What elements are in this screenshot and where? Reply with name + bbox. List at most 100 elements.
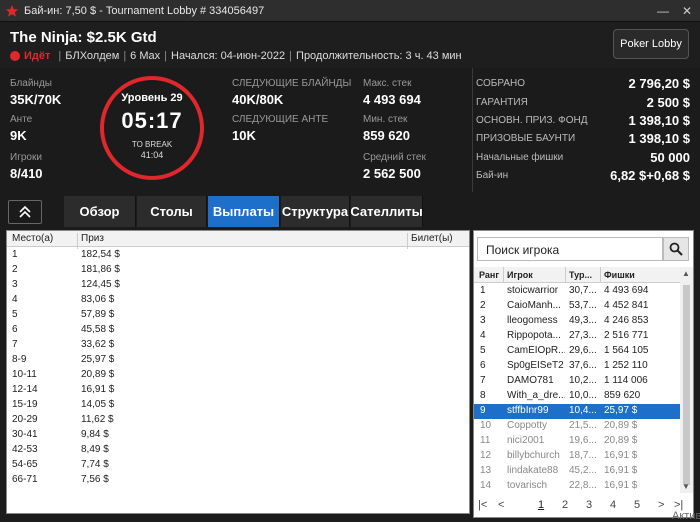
col-prize[interactable]: Приз <box>81 233 104 244</box>
table-row: 1 182,54 $ <box>12 249 120 260</box>
payout-table-header: Место(а) Приз Билет(ы) <box>7 231 469 249</box>
pagination: |< < 1 2 3 4 5 > >| <box>474 497 693 517</box>
prize-row-starting-chips: Начальные фишки 50 000 <box>476 149 690 165</box>
page-2[interactable]: 2 <box>562 499 568 511</box>
tab-satellites[interactable]: Сателлиты <box>350 196 423 227</box>
window-title: Бай-ин: 7,50 $ - Tournament Lobby # 3340… <box>24 4 265 17</box>
search-button[interactable] <box>663 237 689 261</box>
player-row[interactable]: 2 CaioManh... 53,7... 4 452 841 <box>474 299 680 314</box>
level-clock: Уровень 29 05:17 TO BREAK 41:04 <box>100 76 204 180</box>
duration: Продолжительность: 3 ч. 43 мин <box>296 50 462 62</box>
table-row: 10-11 20,89 $ <box>12 369 115 380</box>
divider <box>472 68 473 192</box>
prev-page-icon[interactable]: < <box>498 499 504 511</box>
double-chevron-up-icon <box>19 205 31 218</box>
player-row-selected[interactable]: 9 stffbInr99 10,4... 25,97 $ <box>474 404 680 419</box>
player-row[interactable]: 7 DAMO781 10,2... 1 114 006 <box>474 374 680 389</box>
table-row: 8-9 25,97 $ <box>12 354 115 365</box>
page-5[interactable]: 5 <box>634 499 640 511</box>
tab-overview[interactable]: Обзор <box>64 196 136 227</box>
player-row[interactable]: 13 lindakate88 45,2... 16,91 $ <box>474 464 680 479</box>
tournament-header: The Ninja: $2.5K Gtd Идёт | БЛХолдем | 6… <box>0 22 700 68</box>
player-row[interactable]: 5 CamEIOpR... 29,6... 1 564 105 <box>474 344 680 359</box>
pokerstars-logo-icon <box>5 4 19 17</box>
table-row: 4 83,06 $ <box>12 294 115 305</box>
to-break-timer: 41:04 <box>140 150 164 160</box>
table-row: 5 57,89 $ <box>12 309 115 320</box>
player-panel: Поиск игрока Ранг Игрок Тур... Фишки 1st… <box>473 230 694 518</box>
level-timer: 05:17 <box>121 108 183 133</box>
status-badge: Идёт <box>24 50 51 62</box>
tournament-name: The Ninja: $2.5K Gtd <box>10 29 157 46</box>
player-row[interactable]: 14 tovarisch 22,8... 16,91 $ <box>474 479 680 494</box>
scroll-down-icon[interactable]: ▼ <box>682 482 690 491</box>
col-tickets[interactable]: Билет(ы) <box>411 233 453 244</box>
activation-watermark: Актив <box>672 510 700 522</box>
minimize-button[interactable]: — <box>650 0 676 22</box>
blinds-stat: Блайнды 35K/70K <box>10 78 62 107</box>
tab-tables[interactable]: Столы <box>137 196 207 227</box>
table-row: 12-14 16,91 $ <box>12 384 115 395</box>
player-row[interactable]: 4 Rippopota... 27,3... 2 516 771 <box>474 329 680 344</box>
ante-stat: Анте 9K <box>10 114 33 143</box>
table-row: 66-71 7,56 $ <box>12 474 109 485</box>
player-row[interactable]: 3 lleogomess 49,3... 4 246 853 <box>474 314 680 329</box>
col-place[interactable]: Место(а) <box>12 233 53 244</box>
table-row: 7 33,62 $ <box>12 339 115 350</box>
table-row: 20-29 11,62 $ <box>12 414 114 425</box>
col-rank[interactable]: Ранг <box>479 270 499 280</box>
prize-row-buyin: Бай-ин 6,82 $+0,68 $ <box>476 167 690 183</box>
table-row: 15-19 14,05 $ <box>12 399 115 410</box>
player-row[interactable]: 8 With_a_dre... 10,0... 859 620 <box>474 389 680 404</box>
page-1[interactable]: 1 <box>538 499 544 511</box>
close-button[interactable]: ✕ <box>674 0 700 22</box>
players-stat: Игроки 8/410 <box>10 152 43 181</box>
search-placeholder: Поиск игрока <box>486 243 560 257</box>
player-row[interactable]: 10 Coppotty 21,5... 20,89 $ <box>474 419 680 434</box>
player-row[interactable]: 1 stoicwarrior 30,7... 4 493 694 <box>474 284 680 299</box>
tournament-info: Идёт | БЛХолдем | 6 Max | Начался: 04-ию… <box>10 50 462 62</box>
poker-lobby-button[interactable]: Poker Lobby <box>613 29 689 59</box>
max-stack-stat: Макс. стек 4 493 694 <box>363 78 421 107</box>
collapse-button[interactable] <box>8 200 42 224</box>
prize-row-main-pool: ОСНОВН. ПРИЗ. ФОНД 1 398,10 $ <box>476 112 690 128</box>
player-row[interactable]: 11 nici2001 19,6... 20,89 $ <box>474 434 680 449</box>
min-stack-stat: Мин. стек 859 620 <box>363 114 410 143</box>
table-row: 30-41 9,84 $ <box>12 429 109 440</box>
tab-structure[interactable]: Структура <box>281 196 350 227</box>
prize-row-guarantee: ГАРАНТИЯ 2 500 $ <box>476 94 690 110</box>
payout-table: Место(а) Приз Билет(ы) 1 182,54 $ 2 181,86… <box>6 230 470 514</box>
prize-row-bounties: ПРИЗОВЫЕ БАУНТИ 1 398,10 $ <box>476 130 690 146</box>
search-icon <box>669 242 683 256</box>
scrollbar-thumb[interactable] <box>683 285 690 485</box>
start-date: Начался: 04-июн-2022 <box>171 50 286 62</box>
first-page-icon[interactable]: |< <box>478 499 487 511</box>
table-row: 3 124,45 $ <box>12 279 120 290</box>
table-row: 54-65 7,74 $ <box>12 459 109 470</box>
next-ante-stat: СЛЕДУЮЩИЕ АНТЕ 10K <box>232 114 329 143</box>
tab-payouts[interactable]: Выплаты <box>208 196 280 227</box>
table-row: 6 45,58 $ <box>12 324 115 335</box>
col-player[interactable]: Игрок <box>507 270 533 280</box>
avg-stack-stat: Средний стек 2 562 500 <box>363 152 426 181</box>
table-size: 6 Max <box>130 50 161 62</box>
col-tournaments[interactable]: Тур... <box>569 270 592 280</box>
next-page-icon[interactable]: > <box>658 499 664 511</box>
player-row[interactable]: 12 billybchurch 18,7... 16,91 $ <box>474 449 680 464</box>
table-row: 42-53 8,49 $ <box>12 444 109 455</box>
page-3[interactable]: 3 <box>586 499 592 511</box>
prize-row-collected: СОБРАНО 2 796,20 $ <box>476 75 690 91</box>
level-label: Уровень 29 <box>121 92 183 104</box>
col-chips[interactable]: Фишки <box>604 270 635 280</box>
search-input[interactable]: Поиск игрока <box>477 237 663 261</box>
status-dot-icon <box>10 51 20 61</box>
to-break-label: TO BREAK <box>131 140 173 149</box>
next-blinds-stat: СЛЕДУЮЩИЕ БЛАЙНДЫ 40K/80K <box>232 78 352 107</box>
player-row[interactable]: 6 Sp0gEISeT2 37,6... 1 252 110 <box>474 359 680 374</box>
scroll-up-icon[interactable]: ▲ <box>682 269 690 278</box>
table-row: 2 181,86 $ <box>12 264 120 275</box>
player-table-header: Ранг Игрок Тур... Фишки <box>474 267 680 283</box>
game-type: БЛХолдем <box>65 50 120 62</box>
page-4[interactable]: 4 <box>610 499 616 511</box>
player-list-scrollbar[interactable]: ▲ ▼ <box>680 267 693 493</box>
